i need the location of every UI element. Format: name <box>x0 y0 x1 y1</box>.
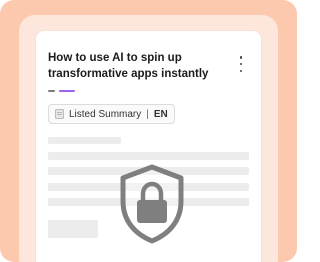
listed-summary-chip[interactable]: Listed Summary | EN <box>48 104 175 124</box>
article-title: How to use AI to spin up transformative … <box>48 52 209 80</box>
document-icon <box>55 109 64 119</box>
summary-chip-language: EN <box>153 108 168 120</box>
placeholder-block <box>48 220 98 238</box>
progress-indicator-gray <box>48 90 55 92</box>
more-options-icon[interactable] <box>236 56 246 72</box>
illustration-frame: How to use AI to spin up transformative … <box>0 0 297 262</box>
shield-lock-icon <box>120 164 184 244</box>
placeholder-line <box>48 152 249 160</box>
summary-chip-separator: | <box>146 108 149 120</box>
progress-indicator-purple <box>59 90 75 92</box>
placeholder-line <box>48 137 121 144</box>
summary-chip-label: Listed Summary <box>69 108 142 120</box>
